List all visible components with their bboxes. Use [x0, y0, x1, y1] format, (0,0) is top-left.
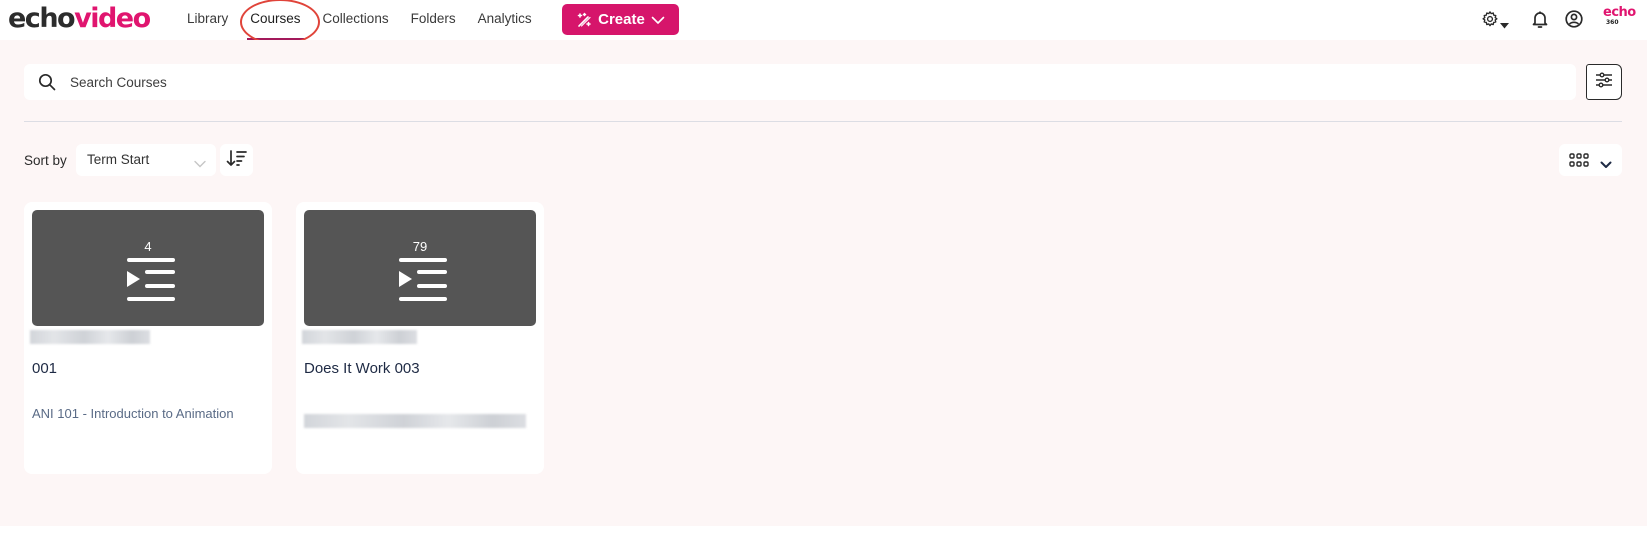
search-input[interactable] [70, 64, 1550, 100]
media-count: 79 [412, 239, 428, 254]
main-nav: Library Courses Collections Folders Anal… [176, 0, 543, 40]
divider [24, 121, 1622, 122]
echo360-logo-sub: 360 [1606, 19, 1619, 26]
course-name: ANI 101 - Introduction to Animation [32, 406, 234, 421]
nav-folders[interactable]: Folders [400, 0, 467, 40]
course-card[interactable]: 79 Does It Work 003 [296, 202, 544, 474]
logo-text-echo: echo [8, 3, 76, 34]
chevron-down-icon [651, 15, 665, 25]
search-icon [38, 73, 56, 96]
echovideo-logo[interactable]: echovideo [8, 2, 151, 36]
grid-view-icon [1569, 153, 1589, 172]
nav-collections[interactable]: Collections [312, 0, 400, 40]
bell-icon[interactable] [1531, 10, 1549, 34]
course-card[interactable]: 4 001 ANI 101 - Introduction to Animatio… [24, 202, 272, 474]
magic-wand-icon [576, 12, 592, 28]
torn-edge [0, 526, 1647, 534]
user-icon[interactable] [1565, 10, 1583, 33]
settings-icon[interactable] [1481, 10, 1499, 33]
courses-page: Sort by Term Start 4 [0, 40, 1647, 528]
create-button[interactable]: Create [562, 4, 679, 35]
echo360-logo-name: echo [1603, 5, 1636, 20]
playlist-icon [398, 254, 448, 307]
course-section-title: Does It Work 003 [304, 360, 420, 377]
course-section-title: 001 [32, 360, 58, 377]
redacted-subtitle [30, 330, 150, 344]
logo-text-video: video [74, 3, 151, 34]
sort-direction-button[interactable] [220, 144, 253, 176]
echo360-logo[interactable]: echo 360 [1603, 6, 1636, 26]
sort-select-value: Term Start [87, 152, 150, 167]
course-thumbnail[interactable]: 4 [32, 210, 264, 326]
view-toggle-button[interactable] [1559, 144, 1622, 176]
chevron-down-icon [194, 155, 206, 173]
search-bar [24, 64, 1576, 100]
redacted-course-name [304, 414, 526, 428]
sort-select[interactable]: Term Start [76, 144, 216, 176]
caret-down-icon[interactable] [1500, 16, 1509, 34]
chevron-down-icon [1600, 156, 1612, 174]
course-thumbnail[interactable]: 79 [304, 210, 536, 326]
sliders-icon [1595, 72, 1613, 93]
sort-label: Sort by [24, 153, 67, 168]
nav-courses[interactable]: Courses [239, 0, 311, 40]
media-count: 4 [144, 239, 152, 254]
redacted-subtitle [302, 330, 417, 344]
sort-descending-icon [226, 149, 248, 172]
top-header: echovideo Library Courses Collections Fo… [0, 0, 1647, 45]
create-label: Create [598, 11, 645, 28]
filter-button[interactable] [1586, 64, 1622, 100]
nav-library[interactable]: Library [176, 0, 239, 40]
playlist-icon [126, 254, 176, 307]
nav-analytics[interactable]: Analytics [467, 0, 543, 40]
